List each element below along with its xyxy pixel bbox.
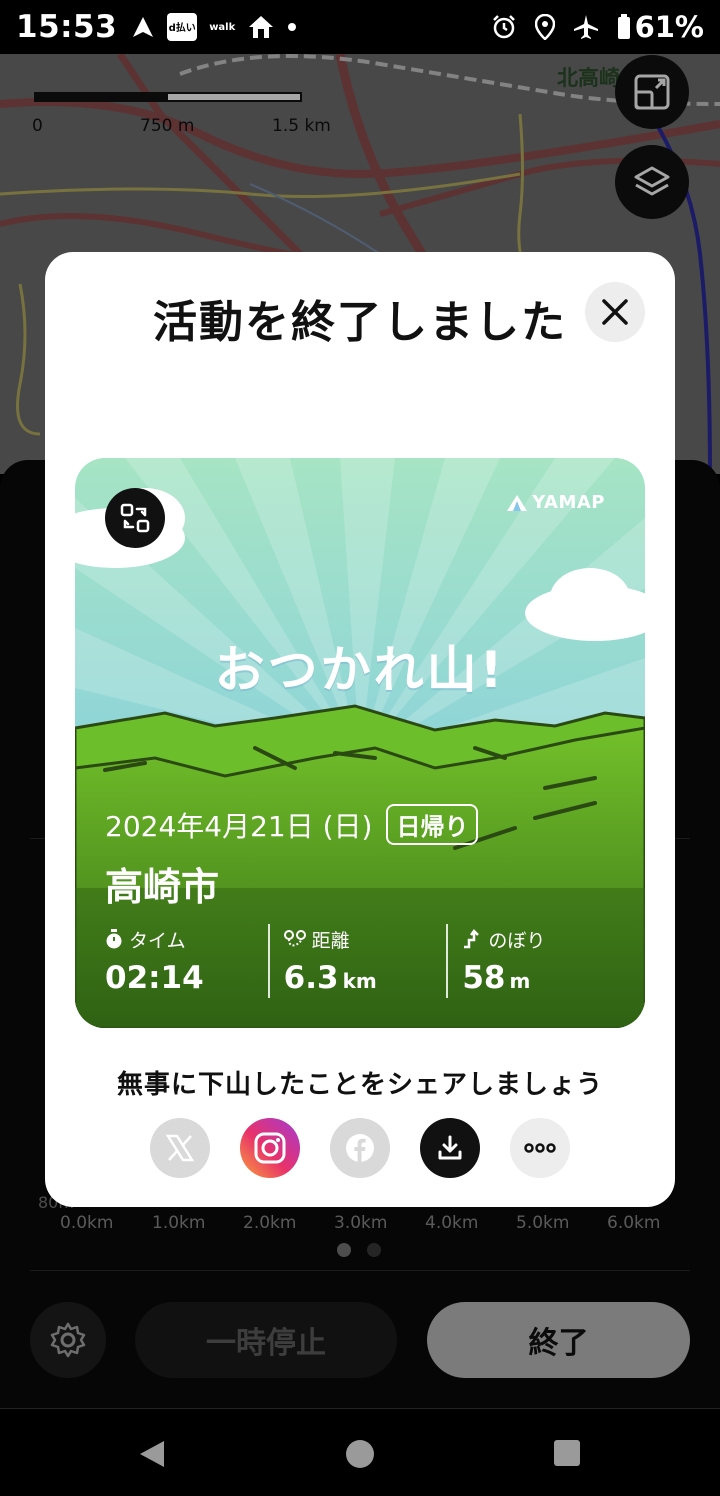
activity-date-row: 2024年4月21日 (日) 日帰り [105,804,479,845]
stat-ascent-value: 58 [462,960,506,996]
more-icon [524,1143,556,1153]
location-icon [534,14,555,40]
x-icon [165,1134,195,1162]
stat-time-label: タイム [129,929,186,952]
gear-icon [50,1322,86,1358]
x-axis-label: 4.0km [425,1213,479,1233]
share-facebook-button[interactable] [330,1118,390,1178]
stat-ascent: のぼり 58 m [446,924,625,998]
share-prompt: 無事に下山したことをシェアしましょう [116,1070,603,1100]
x-axis-label: 1.0km [152,1213,206,1233]
fullscreen-icon [634,74,670,110]
dpay-icon: d払い [167,13,198,41]
download-icon [438,1135,462,1160]
close-button[interactable] [585,282,645,342]
route-icon [283,930,306,947]
home-nav-button[interactable] [345,1439,375,1473]
stat-time-value: 02:14 [105,960,204,996]
stat-distance-unit: km [342,969,377,993]
activity-finished-dialog: 活動を終了しました YAMAP おつかれ山! 2024年4月21日 (日) 日帰… [45,252,675,1207]
divider [30,1270,690,1271]
recents-nav-button[interactable] [553,1439,581,1471]
navigation-icon [131,15,155,39]
x-axis-label: 2.0km [243,1213,297,1233]
download-button[interactable] [420,1118,480,1178]
share-buttons [150,1118,570,1178]
layers-button[interactable] [615,145,689,219]
more-share-button[interactable] [510,1118,570,1178]
instagram-icon [254,1132,286,1164]
facebook-icon [346,1134,374,1162]
status-bar: 15:53 d払い walk 61% [0,0,720,54]
x-axis-label: 6.0km [607,1213,661,1233]
scale-end: 1.5 km [272,116,331,136]
map-scale-bar [34,92,302,102]
home-icon [247,14,275,40]
stat-distance-value: 6.3 [283,960,339,996]
activity-date: 2024年4月21日 (日) [105,809,373,843]
stat-distance-label: 距離 [311,929,350,952]
swap-design-button[interactable] [105,488,165,548]
alarm-icon [491,14,517,40]
end-button[interactable]: 終了 [427,1302,690,1378]
pause-button[interactable]: 一時停止 [135,1302,397,1378]
scale-mid: 750 m [140,116,195,136]
summary-card: YAMAP おつかれ山! 2024年4月21日 (日) 日帰り 高崎市 タイム … [75,458,645,1028]
scale-start: 0 [32,116,43,136]
stat-ascent-label: のぼり [488,929,546,952]
fullscreen-toggle-button[interactable] [615,55,689,129]
share-x-button[interactable] [150,1118,210,1178]
stopwatch-icon [106,929,122,949]
back-nav-button[interactable] [138,1439,166,1473]
yamap-logo: YAMAP [506,492,605,513]
stat-distance: 距離 6.3 km [267,924,447,998]
status-time: 15:53 [16,9,118,45]
trip-type-badge: 日帰り [386,804,479,845]
recents-icon [554,1440,580,1466]
share-instagram-button[interactable] [240,1118,300,1178]
battery-percent: 61% [634,10,704,44]
map-place-label: 北高崎 [557,66,620,90]
system-nav-bar [0,1408,720,1496]
layers-icon [634,166,670,196]
battery-icon [617,14,631,40]
x-axis-label: 3.0km [334,1213,388,1233]
settings-button[interactable] [30,1302,106,1378]
close-icon [602,299,628,325]
stat-ascent-unit: m [509,969,531,993]
yamap-brand: YAMAP [532,492,605,513]
page-dot-active[interactable] [337,1243,351,1257]
ascent-icon [464,929,480,949]
page-dot[interactable] [367,1243,381,1257]
swap-icon [120,503,150,533]
back-icon [140,1441,164,1467]
x-axis-label: 5.0km [516,1213,570,1233]
stat-time: タイム 02:14 [105,924,268,998]
home-circle-icon [346,1440,374,1468]
walk-icon: walk [209,21,236,33]
activity-place: 高崎市 [105,865,220,909]
dialog-title: 活動を終了しました [153,297,567,348]
card-headline: おつかれ山! [214,641,506,699]
page-indicator[interactable] [337,1243,381,1257]
airplane-mode-icon [573,14,599,40]
notification-dot-icon [287,22,297,32]
x-axis-label: 0.0km [60,1213,114,1233]
yamap-mountain-icon [507,494,528,511]
activity-stats: タイム 02:14 距離 6.3 km のぼり 58 m [105,924,625,998]
